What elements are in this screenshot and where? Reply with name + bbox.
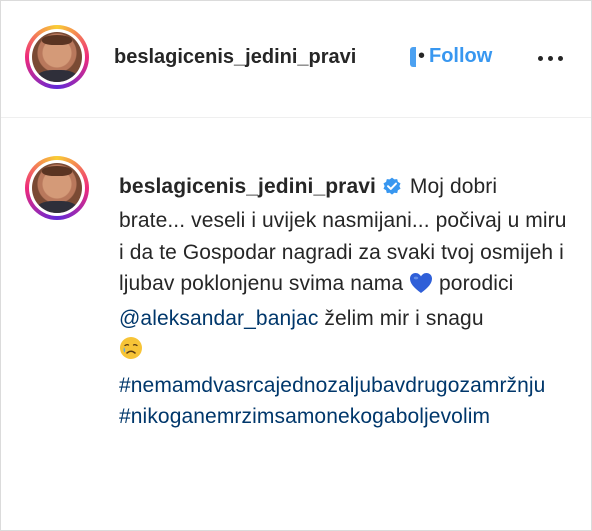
comment-username[interactable]: beslagicenis_jedini_pravi <box>119 175 376 198</box>
avatar-photo <box>32 32 82 82</box>
instagram-post-panel: beslagicenis_jedini_pravi • Follow besla… <box>0 0 592 531</box>
caption-text: beslagicenis_jedini_pravi Moj dobri brat… <box>119 171 569 432</box>
author-avatar[interactable] <box>25 25 89 89</box>
truncated-verified-badge-icon <box>410 47 416 67</box>
caption-body-3: želim mir i snagu <box>324 307 484 331</box>
post-header: beslagicenis_jedini_pravi • Follow <box>1 1 591 118</box>
blue-heart-icon <box>409 272 433 303</box>
verified-badge-icon <box>382 174 402 205</box>
comment-author-avatar[interactable] <box>25 156 89 220</box>
follow-button[interactable]: Follow <box>429 45 492 68</box>
header-username[interactable]: beslagicenis_jedini_pravi <box>114 46 356 69</box>
separator-dot: • <box>418 45 426 67</box>
hashtag-link[interactable]: #nemamdvasrcajednozaljubavdrugozamržnju <box>119 374 545 397</box>
hashtag-link[interactable]: #nikoganemrzimsamonekogaboljevolim <box>119 405 490 428</box>
caption-body-2: porodici <box>439 271 514 295</box>
sad-but-relieved-face-icon <box>119 336 143 369</box>
avatar-photo <box>32 163 82 213</box>
mention-link[interactable]: @aleksandar_banjac <box>119 307 318 330</box>
more-horizontal-icon[interactable] <box>536 53 566 65</box>
